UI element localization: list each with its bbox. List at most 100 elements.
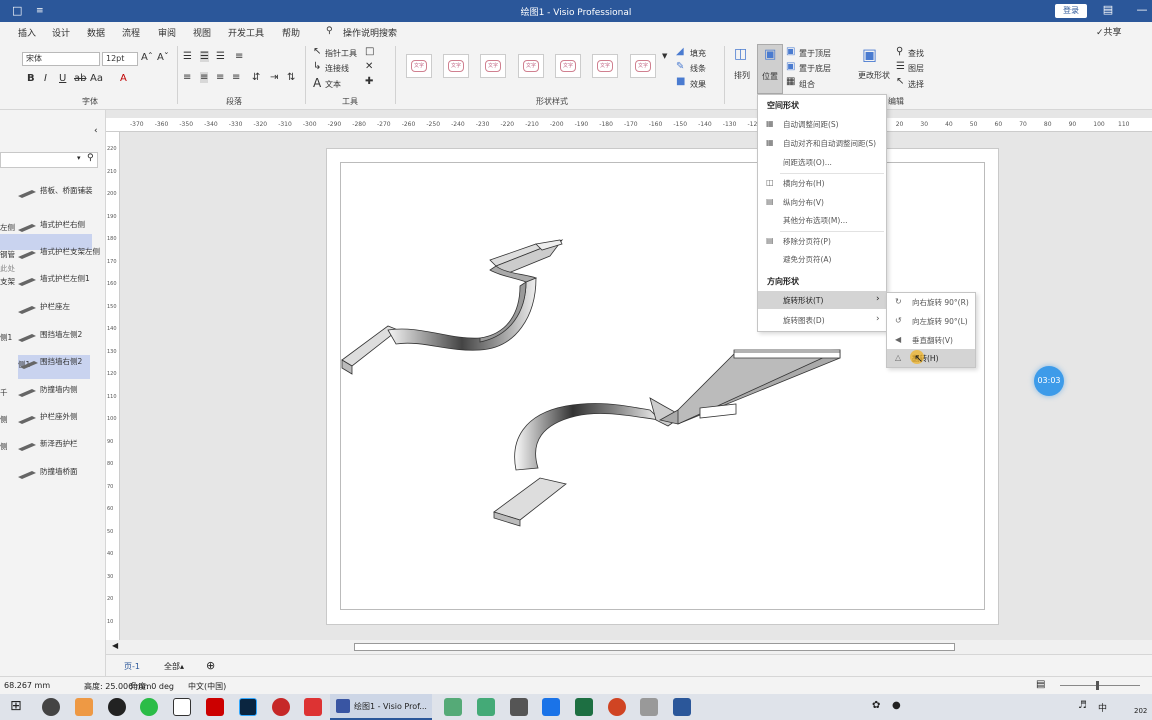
scroll-left-icon[interactable]: ◀ <box>112 641 118 650</box>
send-back-button[interactable]: 置于底层 <box>799 63 831 74</box>
autocad-icon[interactable] <box>206 698 224 716</box>
pointer-tool-button[interactable]: 指针工具 <box>325 48 357 59</box>
photoshop-icon[interactable] <box>239 698 257 716</box>
align-bottom-icon[interactable]: ☰ <box>216 51 225 62</box>
page-tab-1[interactable]: 页-1 <box>124 661 140 672</box>
arrange-icon[interactable]: ◫ <box>734 46 747 62</box>
menu-developer[interactable]: 开发工具 <box>228 26 264 39</box>
menu-data[interactable]: 数据 <box>87 26 105 39</box>
shape-search-input[interactable]: ▾ ⚲ <box>0 152 98 168</box>
login-button[interactable]: 登录 <box>1055 4 1087 18</box>
qq-icon[interactable] <box>108 698 126 716</box>
underline-icon[interactable]: U <box>59 73 66 84</box>
menu-auto-space[interactable]: ▦ 自动调整间距(S) <box>758 115 886 133</box>
search-icon[interactable]: ⚲ <box>326 26 333 36</box>
align-center-icon[interactable]: ≡ <box>200 72 209 83</box>
font-color-icon[interactable]: A <box>120 73 127 84</box>
group-button[interactable]: 组合 <box>799 79 815 90</box>
select-button[interactable]: 选择 <box>908 79 924 90</box>
menu-more-distribute[interactable]: 其他分布选项(M)... <box>758 211 886 229</box>
pointer-tool-icon[interactable]: ↖ <box>313 46 321 57</box>
shape-style-7[interactable]: 文字 <box>630 54 656 78</box>
align-top-icon[interactable]: ☰ <box>183 51 192 62</box>
menu-design[interactable]: 设计 <box>52 26 70 39</box>
text-direction-icon[interactable]: ⇅ <box>287 72 295 83</box>
all-pages-tab[interactable]: 全部▴ <box>164 661 184 672</box>
indent-icon[interactable]: ⇥ <box>270 72 278 83</box>
shape-item[interactable]: 千 防撞墙内侧 <box>0 383 106 407</box>
connector-button[interactable]: 连接线 <box>325 63 349 74</box>
menu-distribute-vertical[interactable]: ▤ 纵向分布(V) <box>758 193 886 211</box>
menu-rotate-right[interactable]: ↻ 向右旋转 90°(R) <box>887 293 975 311</box>
app-icon-2[interactable] <box>75 698 93 716</box>
line-icon[interactable]: ✎ <box>676 61 684 72</box>
text-tool-icon[interactable]: A <box>313 76 321 90</box>
position-button[interactable]: ▣ 位置 <box>757 44 783 94</box>
guard-wall-right-shape[interactable] <box>493 349 841 527</box>
menu-remove-page-breaks[interactable]: ▤ 移除分页符(P) <box>758 232 886 250</box>
fill-icon[interactable]: ◢ <box>676 46 684 57</box>
group-icon[interactable]: ▦ <box>786 76 795 87</box>
scrollbar-thumb[interactable] <box>354 643 955 651</box>
app-icon-17[interactable] <box>640 698 658 716</box>
grow-font-icon[interactable]: Aˆ <box>141 52 153 63</box>
tray-icon[interactable]: ✿ <box>872 700 880 711</box>
rectangle-tool-icon[interactable]: □ <box>365 46 374 57</box>
shape-item[interactable]: 护栏座左 <box>0 300 106 324</box>
powerpoint-icon[interactable] <box>608 698 626 716</box>
menu-help[interactable]: 帮助 <box>282 26 300 39</box>
tray-icon[interactable]: ● <box>892 700 901 711</box>
app-icon-14[interactable] <box>542 698 560 716</box>
calculator-icon[interactable] <box>477 698 495 716</box>
fit-page-icon[interactable]: ▤ <box>1036 679 1045 690</box>
menu-rotate-shapes[interactable]: 旋转形状(T) › <box>758 291 886 309</box>
word-icon[interactable] <box>673 698 691 716</box>
search-icon[interactable]: ⚲ <box>87 153 94 163</box>
shape-style-2[interactable]: 文字 <box>443 54 469 78</box>
shape-item[interactable]: 防撞墙桥面 <box>0 465 106 489</box>
shape-style-5[interactable]: 文字 <box>555 54 581 78</box>
sketchup-icon[interactable] <box>173 698 191 716</box>
share-button[interactable]: ✓共享 <box>1096 25 1122 38</box>
change-shape-button[interactable]: 更改形状 <box>858 70 890 81</box>
connector-icon[interactable]: ↳ <box>313 61 321 72</box>
shape-item[interactable]: 侧 护栏座外侧 <box>0 410 106 434</box>
shape-item[interactable]: 侧1 围挡墙右侧2 <box>18 355 90 379</box>
shape-style-4[interactable]: 文字 <box>518 54 544 78</box>
guard-wall-left-shape[interactable] <box>341 239 564 375</box>
bring-front-button[interactable]: 置于顶层 <box>799 48 831 59</box>
text-tool-button[interactable]: 文本 <box>325 79 341 90</box>
bring-front-icon[interactable]: ▣ <box>786 46 795 57</box>
close-x-icon[interactable]: ✕ <box>365 61 373 72</box>
shape-item[interactable]: 左侧 墙式护栏右侧 <box>0 218 106 242</box>
font-size-select[interactable]: 12pt <box>102 52 138 66</box>
menu-view[interactable]: 视图 <box>193 26 211 39</box>
zoom-slider[interactable] <box>1060 685 1140 686</box>
menu-flip-horizontal[interactable]: △ 翻转(H) <box>887 349 975 367</box>
app-icon-11[interactable] <box>444 698 462 716</box>
dropdown-arrow-icon[interactable]: ▾ <box>77 154 81 162</box>
app-icon-1[interactable] <box>42 698 60 716</box>
find-button[interactable]: 查找 <box>908 48 924 59</box>
align-middle-icon[interactable]: ☰ <box>200 51 209 62</box>
change-shape-icon[interactable]: ▣ <box>862 45 877 64</box>
menu-distribute-horizontal[interactable]: ◫ 横向分布(H) <box>758 174 886 192</box>
minimize-icon[interactable]: — <box>1132 3 1152 16</box>
change-case-icon[interactable]: Aa <box>90 73 103 84</box>
shape-style-3[interactable]: 文字 <box>480 54 506 78</box>
app-icon-8[interactable] <box>272 698 290 716</box>
shrink-font-icon[interactable]: Aˇ <box>157 52 169 63</box>
bold-icon[interactable]: B <box>27 73 35 84</box>
fill-button[interactable]: 填充 <box>690 48 706 59</box>
ime-indicator[interactable]: 中 <box>1098 701 1107 714</box>
wechat-icon[interactable] <box>140 698 158 716</box>
shape-item[interactable]: 侧1 围挡墙左侧2 <box>0 328 106 352</box>
gallery-more-icon[interactable]: ▼ <box>662 52 667 60</box>
font-name-select[interactable]: 宋体 <box>22 52 100 66</box>
menu-process[interactable]: 流程 <box>122 26 140 39</box>
shape-item[interactable]: 钢管 墙式护栏支架左侧 <box>0 245 106 269</box>
menu-spacing-options[interactable]: 间距选项(O)... <box>758 153 886 171</box>
line-spacing-icon[interactable]: ⇵ <box>252 72 260 83</box>
shape-style-1[interactable]: 文字 <box>406 54 432 78</box>
menu-review[interactable]: 审阅 <box>158 26 176 39</box>
